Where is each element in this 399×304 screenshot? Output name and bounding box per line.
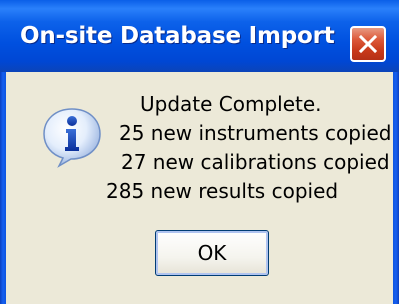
message-line: 27 new calibrations copied bbox=[121, 150, 390, 174]
message-line: 285 new results copied bbox=[106, 179, 339, 203]
window-frame-right bbox=[393, 72, 399, 304]
ok-button[interactable]: OK bbox=[155, 230, 269, 276]
dialog-body: Update Complete. 25 new instruments copi… bbox=[6, 72, 393, 304]
close-icon bbox=[358, 34, 378, 54]
dialog-window: On-site Database Import Update Complete.… bbox=[0, 0, 399, 304]
message-line: 25 new instruments copied bbox=[119, 121, 392, 145]
close-button[interactable] bbox=[350, 26, 386, 62]
message-line: Update Complete. bbox=[140, 92, 322, 116]
title-bar[interactable]: On-site Database Import bbox=[0, 0, 399, 72]
message-text: Update Complete. 25 new instruments copi… bbox=[86, 90, 392, 206]
window-title: On-site Database Import bbox=[20, 23, 335, 49]
